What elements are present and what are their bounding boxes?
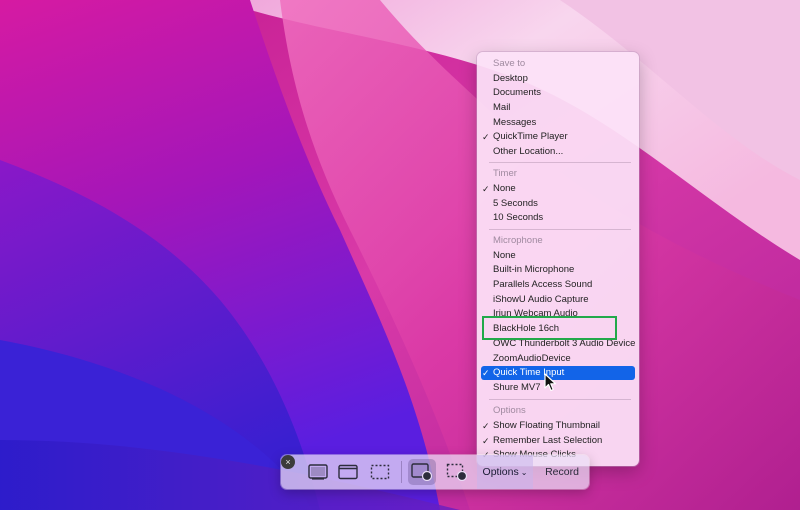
menu-item-documents[interactable]: Documents bbox=[481, 86, 635, 100]
checkmark-icon: ✓ bbox=[482, 421, 490, 431]
screenshot-toolbar: × Options ⌄ Record bbox=[281, 455, 589, 489]
menu-item-show-floating-thumbnail[interactable]: ✓ Show Floating Thumbnail bbox=[481, 419, 635, 433]
menu-item-label: Documents bbox=[493, 87, 542, 98]
menu-item-remember-last-selection[interactable]: ✓ Remember Last Selection bbox=[481, 434, 635, 448]
menu-item-label: Desktop bbox=[493, 73, 528, 84]
record-selection-icon[interactable] bbox=[443, 459, 471, 485]
options-button[interactable]: Options ⌄ bbox=[477, 455, 533, 489]
capture-selection-icon[interactable] bbox=[367, 459, 393, 485]
record-button[interactable]: Record bbox=[535, 455, 589, 489]
menu-item-label: ZoomAudioDevice bbox=[493, 353, 571, 364]
menu-item-quick-time-input[interactable]: ✓ Quick Time Input bbox=[481, 366, 635, 380]
menu-item-label: 5 Seconds bbox=[493, 198, 538, 209]
toolbar-divider bbox=[401, 461, 402, 483]
close-icon[interactable]: × bbox=[281, 455, 295, 469]
menu-item-label: Messages bbox=[493, 117, 537, 128]
desktop-wallpaper bbox=[0, 0, 800, 510]
menu-item-mic-none[interactable]: None bbox=[481, 249, 635, 263]
menu-item-quicktime-player[interactable]: ✓ QuickTime Player bbox=[481, 130, 635, 144]
options-menu: Save to Desktop Documents Mail Messages … bbox=[477, 52, 639, 466]
menu-header-microphone: Microphone bbox=[493, 235, 543, 246]
menu-separator bbox=[489, 162, 631, 163]
record-label: Record bbox=[545, 466, 579, 478]
menu-item-label: Remember Last Selection bbox=[493, 435, 603, 446]
menu-header-save-to: Save to bbox=[493, 58, 526, 69]
menu-item-timer-none[interactable]: ✓ None bbox=[481, 182, 635, 196]
checkmark-icon: ✓ bbox=[482, 132, 490, 142]
annotation-highlight-box bbox=[482, 316, 617, 340]
menu-item-desktop[interactable]: Desktop bbox=[481, 72, 635, 86]
menu-header-options: Options bbox=[493, 405, 526, 416]
menu-item-label: iShowU Audio Capture bbox=[493, 294, 589, 305]
menu-item-zoomaudiodevice[interactable]: ZoomAudioDevice bbox=[481, 352, 635, 366]
menu-item-other-location[interactable]: Other Location... bbox=[481, 145, 635, 159]
menu-item-label: None bbox=[493, 250, 516, 261]
menu-item-messages[interactable]: Messages bbox=[481, 116, 635, 130]
checkmark-icon: ✓ bbox=[482, 368, 490, 378]
checkmark-icon: ✓ bbox=[482, 436, 490, 446]
menu-header-timer: Timer bbox=[493, 168, 517, 179]
capture-window-icon[interactable] bbox=[335, 459, 361, 485]
menu-item-ishowu-audio-capture[interactable]: iShowU Audio Capture bbox=[481, 293, 635, 307]
menu-item-label: Built-in Microphone bbox=[493, 264, 575, 275]
record-entire-screen-icon[interactable] bbox=[408, 459, 436, 485]
menu-item-label: 10 Seconds bbox=[493, 212, 544, 223]
menu-item-label: Other Location... bbox=[493, 146, 564, 157]
menu-item-built-in-microphone[interactable]: Built-in Microphone bbox=[481, 263, 635, 277]
chevron-down-icon: ⌄ bbox=[520, 467, 528, 477]
menu-item-label: Shure MV7 bbox=[493, 382, 541, 393]
menu-item-label: None bbox=[493, 183, 516, 194]
menu-item-label: Mail bbox=[493, 102, 511, 113]
menu-item-5-seconds[interactable]: 5 Seconds bbox=[481, 197, 635, 211]
options-label: Options bbox=[482, 466, 519, 478]
checkmark-icon: ✓ bbox=[482, 184, 490, 194]
menu-separator bbox=[489, 399, 631, 400]
capture-entire-screen-icon[interactable] bbox=[305, 459, 331, 485]
menu-item-shure-mv7[interactable]: Shure MV7 bbox=[481, 381, 635, 395]
menu-item-parallels-access-sound[interactable]: Parallels Access Sound bbox=[481, 278, 635, 292]
menu-separator bbox=[489, 229, 631, 230]
menu-item-label: QuickTime Player bbox=[493, 131, 568, 142]
menu-item-label: Parallels Access Sound bbox=[493, 279, 593, 290]
menu-item-label: Show Floating Thumbnail bbox=[493, 420, 601, 431]
mouse-pointer-icon bbox=[544, 373, 557, 392]
menu-item-10-seconds[interactable]: 10 Seconds bbox=[481, 211, 635, 225]
menu-item-mail[interactable]: Mail bbox=[481, 101, 635, 115]
